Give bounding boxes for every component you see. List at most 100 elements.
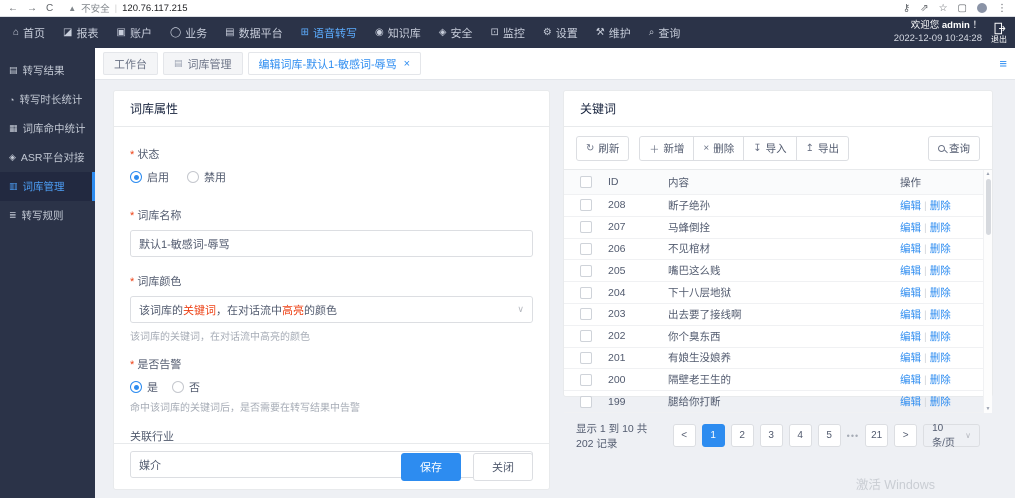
row-checkbox[interactable] [580, 221, 592, 234]
edit-link[interactable]: 编辑 [900, 222, 921, 234]
nav-item-monitoring[interactable]: ⊡ 监控 [481, 17, 533, 48]
row-checkbox[interactable] [580, 330, 592, 343]
plus-icon: ＋ [649, 145, 660, 156]
page-button-2[interactable]: 2 [730, 424, 754, 448]
reload-icon[interactable]: C [46, 3, 53, 14]
edit-link[interactable]: 编辑 [900, 396, 921, 408]
table-header: ID 内容 操作 [564, 170, 992, 195]
select-all-checkbox[interactable] [580, 176, 592, 188]
edit-link[interactable]: 编辑 [900, 374, 921, 386]
export-button[interactable]: ↥ 导出 [795, 136, 850, 161]
row-checkbox[interactable] [580, 199, 592, 212]
forward-icon[interactable]: → [27, 3, 37, 14]
delete-link[interactable]: 删除 [930, 265, 951, 277]
nav-item-home[interactable]: ⌂ 首页 [4, 17, 54, 48]
edit-link[interactable]: 编辑 [900, 287, 921, 299]
delete-button[interactable]: × 删除 [693, 136, 745, 161]
edit-link[interactable]: 编辑 [900, 265, 921, 277]
row-checkbox[interactable] [580, 308, 592, 321]
edit-link[interactable]: 编辑 [900, 243, 921, 255]
profile-avatar[interactable] [977, 3, 987, 13]
scrollbar-thumb[interactable] [985, 179, 991, 235]
radio-alarm-no[interactable]: 否 [172, 379, 200, 395]
refresh-button[interactable]: ↻ 刷新 [576, 136, 630, 161]
nav-item-data-platform[interactable]: ▤ 数据平台 [216, 17, 291, 48]
delete-link[interactable]: 删除 [930, 352, 951, 364]
edit-link[interactable]: 编辑 [900, 200, 921, 212]
add-button[interactable]: ＋新增 [639, 136, 695, 161]
key-icon[interactable]: ⚷ [903, 3, 910, 14]
delete-link[interactable]: 删除 [930, 287, 951, 299]
sidebar-item-transcription-rules[interactable]: ≣ 转写规则 [0, 201, 95, 230]
tab-menu-icon[interactable]: ≡ [999, 56, 1007, 71]
sidebar-item-duration-stats[interactable]: ◔ 转写时长统计 [0, 85, 95, 114]
tab-workbench[interactable]: 工作台 [103, 52, 158, 75]
row-checkbox[interactable] [580, 286, 592, 299]
row-checkbox[interactable] [580, 264, 592, 277]
sidebar-item-transcription-results[interactable]: ▤ 转写结果 [0, 56, 95, 85]
radio-alarm-yes[interactable]: 是 [130, 379, 158, 395]
row-checkbox[interactable] [580, 351, 592, 364]
name-label: 词库名称 [130, 207, 533, 223]
nav-item-query[interactable]: ⌕ 查询 [640, 17, 690, 48]
nav-item-business[interactable]: ◯ 业务 [161, 17, 216, 48]
page-button-4[interactable]: 4 [788, 424, 812, 448]
edit-link[interactable]: 编辑 [900, 352, 921, 364]
sidebar-item-lexicon-management[interactable]: ▥ 词库管理 [0, 172, 95, 201]
sidebar-item-lexicon-hit-stats[interactable]: ▦ 词库命中统计 [0, 114, 95, 143]
save-button[interactable]: 保存 [401, 452, 461, 481]
window-icon[interactable]: ▢ [958, 3, 967, 14]
row-checkbox[interactable] [580, 373, 592, 386]
search-button[interactable]: 查询 [928, 136, 980, 161]
nav-item-settings[interactable]: ⚙ 设置 [534, 17, 587, 48]
tab-edit-lexicon[interactable]: 编辑词库-默认1-敏感词-辱骂 × [247, 52, 422, 75]
logout-button[interactable]: 退出 [991, 22, 1007, 44]
star-icon[interactable]: ☆ [939, 3, 948, 14]
tab-lexicon-management[interactable]: ▤ 词库管理 [163, 52, 243, 75]
nav-item-accounts[interactable]: ▣ 账户 [108, 17, 161, 48]
color-label: 词库颜色 [130, 273, 533, 289]
sidebar-item-asr-platform[interactable]: ◈ ASR平台对接 [0, 143, 95, 172]
radio-enabled[interactable]: 启用 [130, 169, 169, 185]
scroll-down-icon[interactable]: ▼ [986, 406, 991, 412]
page-size-select[interactable]: 10 条/页 ∨ [923, 423, 980, 449]
page-button-3[interactable]: 3 [759, 424, 783, 448]
next-page-button[interactable]: > [894, 424, 918, 448]
nav-item-reports[interactable]: ◪ 报表 [54, 17, 107, 48]
row-checkbox[interactable] [580, 242, 592, 255]
page-button-1[interactable]: 1 [701, 424, 725, 448]
delete-link[interactable]: 删除 [930, 243, 951, 255]
import-button[interactable]: ↧ 导入 [743, 136, 797, 161]
table-scrollbar[interactable]: ▲ ▼ [983, 170, 992, 413]
scroll-up-icon[interactable]: ▲ [986, 171, 991, 177]
nav-item-security[interactable]: ◈ 安全 [430, 17, 482, 48]
delete-link[interactable]: 删除 [930, 222, 951, 234]
edit-link[interactable]: 编辑 [900, 309, 921, 321]
nav-item-voice-transcription[interactable]: ⊞ 语音转写 [292, 17, 366, 48]
prev-page-button[interactable]: < [672, 424, 696, 448]
monitor-icon: ⊡ [490, 27, 499, 38]
delete-link[interactable]: 删除 [930, 200, 951, 212]
lexicon-color-select[interactable]: 该词库的 关键词 ，在对话流中 高亮 的颜色 ∨ [130, 296, 533, 323]
delete-link[interactable]: 删除 [930, 309, 951, 321]
lexicon-name-input[interactable] [130, 230, 533, 257]
radio-disabled[interactable]: 禁用 [187, 169, 226, 185]
transcribe-icon: ⊞ [300, 27, 309, 38]
welcome-block: 欢迎您 admin ！ 2022-12-09 10:24:28 [893, 20, 982, 44]
page-button-21[interactable]: 21 [865, 424, 889, 448]
delete-link[interactable]: 删除 [930, 331, 951, 343]
nav-item-knowledge-base[interactable]: ◉ 知识库 [366, 17, 430, 48]
share-icon[interactable]: ⇗ [920, 3, 928, 14]
edit-link[interactable]: 编辑 [900, 331, 921, 343]
keywords-toolbar: ↻ 刷新 ＋新增 × 删除 ↧ 导入 ↥ 导出 查询 [564, 127, 992, 169]
close-button[interactable]: 关闭 [473, 452, 533, 481]
delete-link[interactable]: 删除 [930, 374, 951, 386]
page-button-5[interactable]: 5 [817, 424, 841, 448]
more-menu-icon[interactable]: ⋮ [997, 3, 1007, 14]
address-bar[interactable]: ▲ 不安全 | 120.76.117.215 [68, 1, 187, 16]
back-icon[interactable]: ← [8, 3, 18, 14]
nav-item-maintenance[interactable]: ⚒ 维护 [587, 17, 640, 48]
delete-link[interactable]: 删除 [930, 396, 951, 408]
row-checkbox[interactable] [580, 395, 592, 408]
close-icon[interactable]: × [404, 58, 410, 70]
